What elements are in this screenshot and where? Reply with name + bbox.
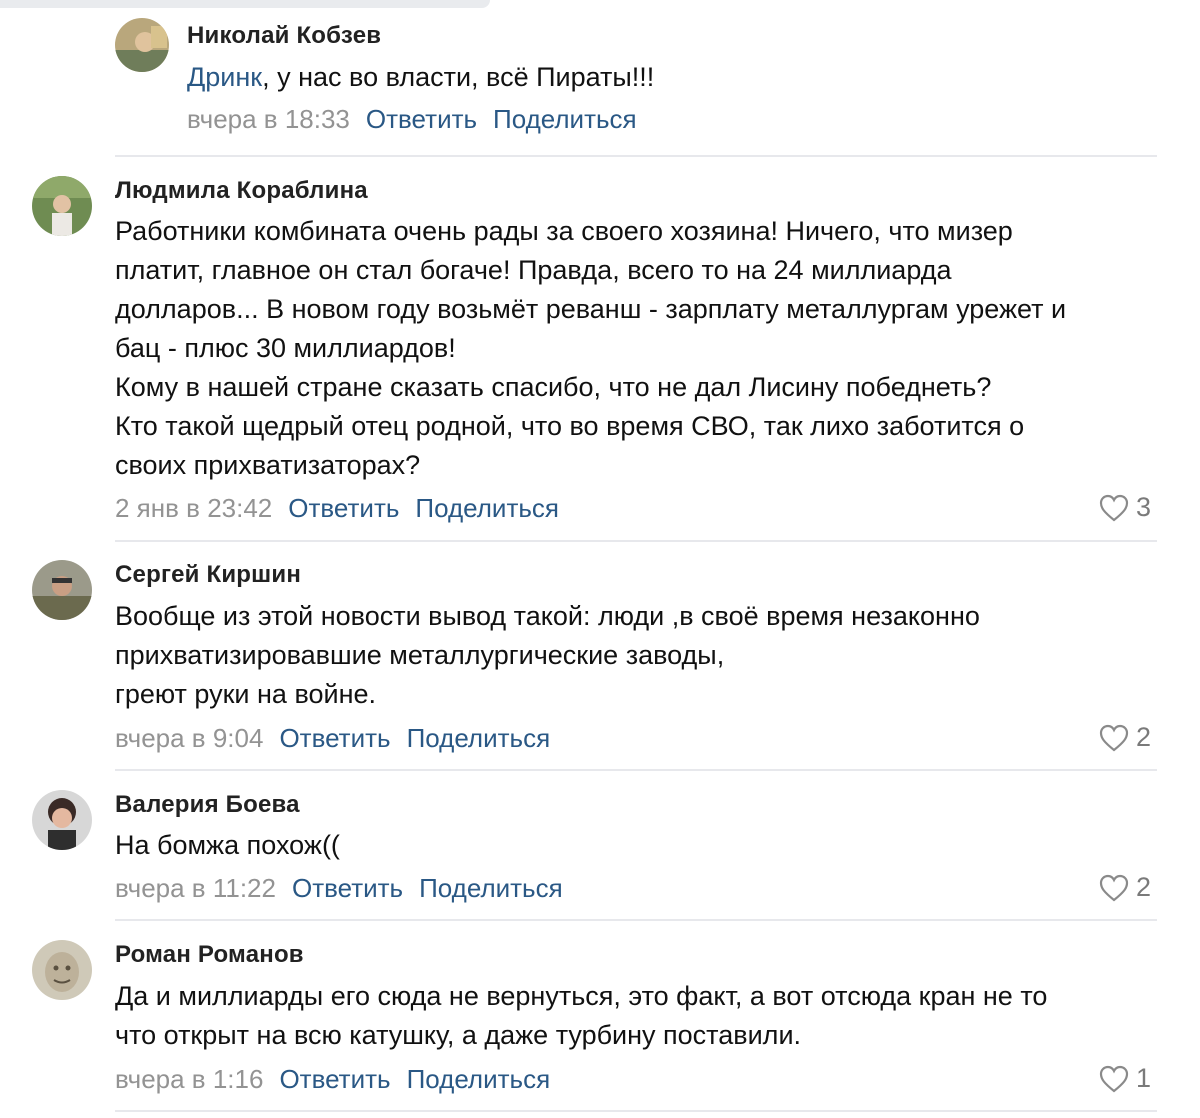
avatar[interactable] — [32, 940, 92, 1000]
divider — [115, 540, 1157, 542]
like-count: 2 — [1136, 872, 1152, 902]
comment-author[interactable]: Людмила Кораблина — [115, 177, 368, 205]
comment-text-line: бац - плюс 30 миллиардов! — [115, 333, 456, 363]
comment-meta: 2 янв в 23:42 Ответить Поделиться — [115, 493, 559, 524]
comment-text-line: что открыт на всю катушку, а даже турбин… — [115, 1020, 802, 1050]
comment-meta: вчера в 1:16 Ответить Поделиться — [115, 1064, 550, 1095]
heart-outline-icon — [1099, 874, 1129, 901]
comment-author[interactable]: Роман Романов — [115, 941, 304, 969]
reply-button[interactable]: Ответить — [279, 723, 390, 753]
share-button[interactable]: Поделиться — [407, 1064, 551, 1094]
comment-text-line: Да и миллиарды его сюда не вернуться, эт… — [115, 981, 1048, 1011]
comment-meta: вчера в 9:04 Ответить Поделиться — [115, 723, 550, 754]
share-button[interactable]: Поделиться — [407, 723, 551, 753]
divider — [115, 1110, 1157, 1112]
reply-button[interactable]: Ответить — [279, 1064, 390, 1094]
comment-text-line: Кому в нашей стране сказать спасибо, что… — [115, 372, 992, 402]
like-count: 2 — [1136, 722, 1152, 752]
divider — [115, 769, 1157, 771]
like-button[interactable]: 1 — [1098, 1063, 1151, 1094]
top-bar — [0, 0, 490, 8]
comment-text-line: долларов... В новом году возьмёт реванш … — [115, 294, 1067, 324]
comment-author[interactable]: Сергей Киршин — [115, 561, 301, 589]
heart-outline-icon — [1099, 494, 1129, 521]
comment-text: Работники комбината очень рады за своего… — [115, 212, 1066, 485]
avatar[interactable] — [32, 176, 92, 236]
comment-text-line: На бомжа похож(( — [115, 830, 340, 860]
like-button[interactable]: 3 — [1098, 492, 1151, 523]
divider — [115, 919, 1157, 921]
comment-timestamp[interactable]: вчера в 1:16 — [115, 1064, 263, 1094]
comment-text: Дринк, у нас во власти, всё Пираты!!! — [187, 58, 654, 97]
mention-link[interactable]: Дринк — [187, 62, 262, 92]
comment-text-line: Работники комбината очень рады за своего… — [115, 216, 1013, 246]
comment-text-line: платит, главное он стал богаче! Правда, … — [115, 255, 952, 285]
comment-meta: вчера в 18:33 Ответить Поделиться — [187, 104, 637, 135]
share-button[interactable]: Поделиться — [415, 493, 559, 523]
heart-outline-icon — [1099, 724, 1129, 751]
comment-text-line: своих прихватизаторах? — [115, 450, 421, 480]
comment-text: Да и миллиарды его сюда не вернуться, эт… — [115, 977, 1047, 1055]
comment-text-line: Вообще из этой новости вывод такой: люди… — [115, 601, 980, 631]
like-button[interactable]: 2 — [1098, 722, 1151, 753]
comment-text: На бомжа похож(( — [115, 826, 340, 865]
share-button[interactable]: Поделиться — [493, 104, 637, 134]
comment-timestamp[interactable]: 2 янв в 23:42 — [115, 493, 272, 523]
comment-text-line: Кто такой щедрый отец родной, что во вре… — [115, 411, 1025, 441]
avatar[interactable] — [32, 560, 92, 620]
reply-button[interactable]: Ответить — [292, 873, 403, 903]
comment-text-line: прихватизировавшие металлургические заво… — [115, 640, 725, 670]
like-count: 1 — [1136, 1063, 1152, 1093]
comment-text-line: , у нас во власти, всё Пираты!!! — [262, 62, 655, 92]
comment-timestamp[interactable]: вчера в 18:33 — [187, 104, 350, 134]
avatar[interactable] — [115, 18, 169, 72]
comment-text-line: греют руки на войне. — [115, 679, 377, 709]
comment-timestamp[interactable]: вчера в 9:04 — [115, 723, 263, 753]
comment-text: Вообще из этой новости вывод такой: люди… — [115, 597, 980, 714]
comment-timestamp[interactable]: вчера в 11:22 — [115, 873, 276, 903]
avatar[interactable] — [32, 790, 92, 850]
comment-author[interactable]: Валерия Боева — [115, 791, 300, 819]
comment-author[interactable]: Николай Кобзев — [187, 22, 381, 50]
comment-meta: вчера в 11:22 Ответить Поделиться — [115, 873, 563, 904]
heart-outline-icon — [1099, 1065, 1129, 1092]
like-count: 3 — [1136, 492, 1152, 522]
reply-button[interactable]: Ответить — [288, 493, 399, 523]
divider — [115, 155, 1157, 157]
reply-button[interactable]: Ответить — [366, 104, 477, 134]
share-button[interactable]: Поделиться — [419, 873, 563, 903]
like-button[interactable]: 2 — [1098, 872, 1151, 903]
